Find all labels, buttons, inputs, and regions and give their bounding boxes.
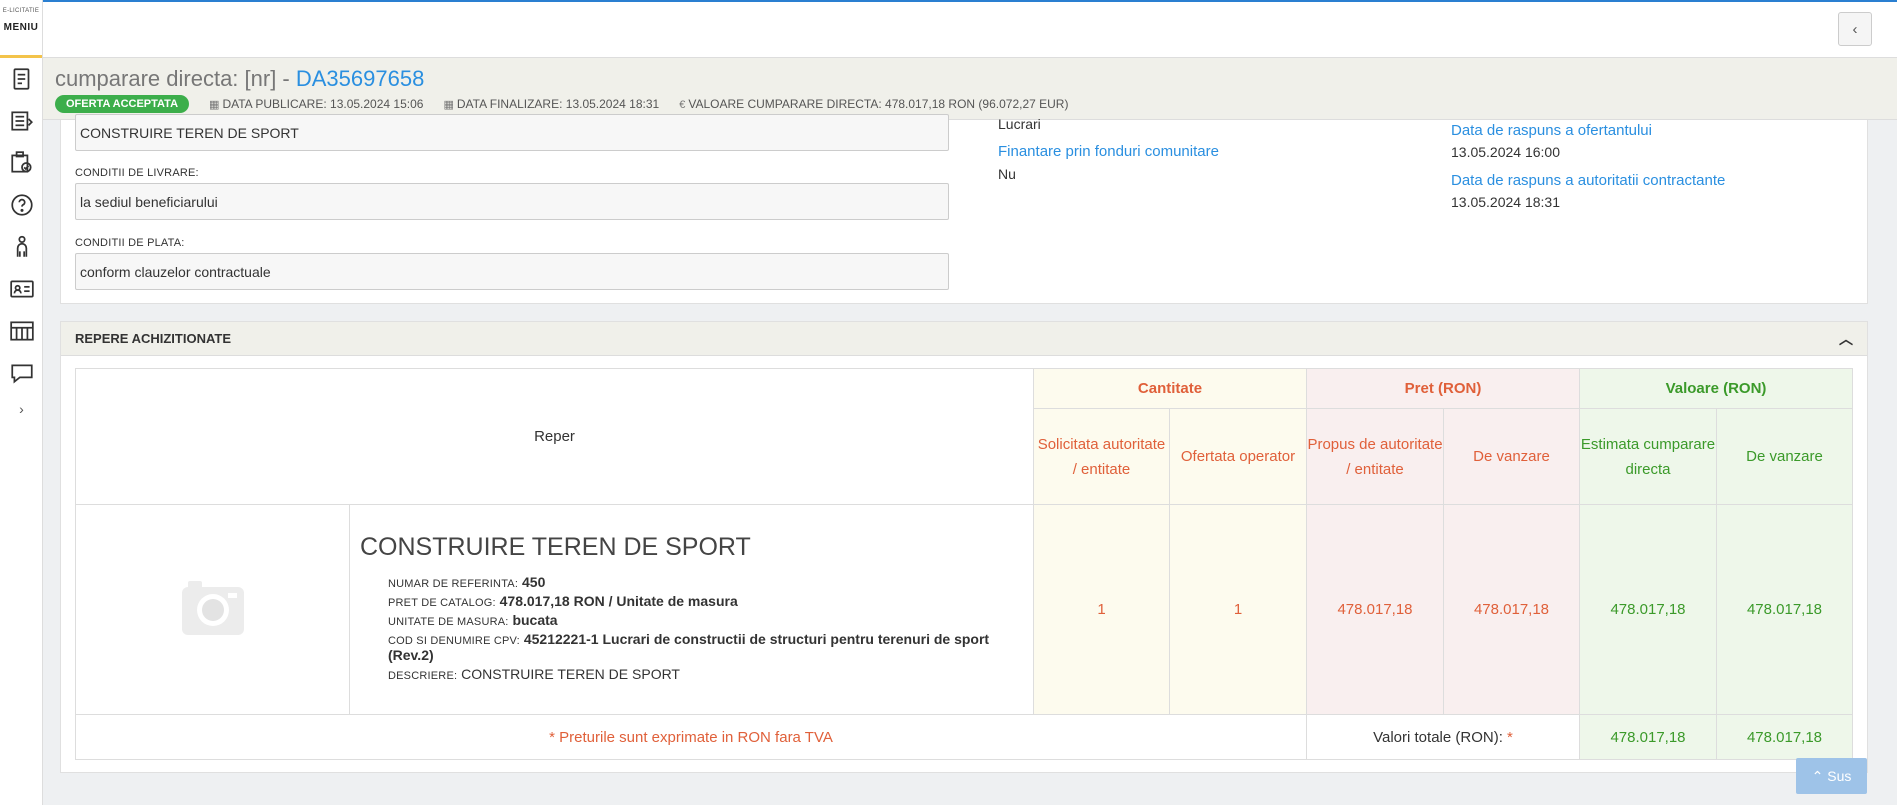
delivery-conditions-field: la sediul beneficiarului	[75, 183, 949, 220]
collapse-panel-button[interactable]: ‹	[1838, 12, 1872, 46]
total-de-vanzare: 478.017,18	[1716, 714, 1853, 760]
calendar-icon: ▦	[443, 99, 454, 111]
description-value: CONSTRUIRE TEREN DE SPORT	[461, 666, 680, 682]
sidebar-logo: E-LICITATIE	[2, 8, 40, 14]
finalize-date: ▦ DATA FINALIZARE: 13.05.2024 18:31	[443, 97, 659, 111]
chat-icon[interactable]	[0, 352, 43, 394]
sidebar-expand-icon[interactable]: ›	[0, 394, 43, 424]
purchased-items-header[interactable]: REPERE ACHIZITIONATE ︿	[61, 322, 1867, 356]
list-icon[interactable]	[0, 100, 43, 142]
calendar-icon: ▦	[209, 99, 220, 111]
vat-note: * Preturile sunt exprimate in RON fara T…	[75, 714, 1307, 760]
page-title-prefix: cumparare directa: [nr] -	[55, 66, 296, 91]
total-estimata: 478.017,18	[1579, 714, 1717, 760]
cell-solicitata: 1	[1033, 504, 1170, 715]
left-sidebar: E-LICITATIE MENIU ›	[0, 0, 43, 805]
col-group-pret: Pret (RON)	[1306, 368, 1580, 409]
status-badge: OFERTA ACCEPTATA	[55, 95, 190, 113]
page-header: cumparare directa: [nr] - DA35697658 OFE…	[43, 58, 1897, 120]
cell-ofertata: 1	[1169, 504, 1307, 715]
authority-response-date-label: Data de raspuns a autoritatii contractan…	[1451, 172, 1726, 189]
col-estimata: Estimata cumparare directa	[1579, 408, 1717, 505]
col-propus: Propus de autoritate / entitate	[1306, 408, 1444, 505]
purchased-items-title: REPERE ACHIZITIONATE	[75, 331, 232, 346]
procurement-type-value: Lucrari	[998, 116, 1041, 132]
chevron-up-icon: ⌃	[1811, 767, 1824, 784]
totals-row: * Preturile sunt exprimate in RON fara T…	[75, 714, 1853, 760]
catalog-price-label: PRET DE CATALOG:	[388, 597, 496, 609]
cpv-label: COD SI DENUMIRE CPV:	[388, 635, 520, 647]
finalize-date-text: DATA FINALIZARE: 13.05.2024 18:31	[456, 97, 660, 111]
col-ofertata: Ofertata operator	[1169, 408, 1307, 505]
item-image-placeholder	[75, 504, 350, 715]
scroll-top-label: Sus	[1827, 768, 1852, 784]
authority-response-date-value: 13.05.2024 18:31	[1451, 194, 1560, 210]
col-group-cantitate: Cantitate	[1033, 368, 1307, 409]
col-reper: Reper	[75, 368, 1034, 505]
direct-purchase-value: € VALOARE CUMPARARE DIRECTA: 478.017,18 R…	[679, 97, 1068, 111]
description-label: DESCRIERE:	[388, 670, 458, 682]
bidder-response-date-label: Data de raspuns a ofertantului	[1451, 122, 1652, 139]
col-de-vanzare-valoare: De vanzare	[1716, 408, 1853, 505]
col-solicitata: Solicitata autoritate / entitate	[1033, 408, 1170, 505]
catalog-price-value: 478.017,18 RON / Unitate de masura	[499, 593, 738, 609]
page-title: cumparare directa: [nr] - DA35697658	[55, 66, 1897, 92]
totals-star: *	[1507, 728, 1513, 746]
eu-funding-value: Nu	[998, 166, 1016, 182]
totals-label: Valori totale (RON):	[1373, 728, 1503, 746]
items-table: Reper Cantitate Pret (RON) Valoare (RON)…	[75, 368, 1853, 760]
direct-purchase-value-text: VALOARE CUMPARARE DIRECTA: 478.017,18 RO…	[688, 97, 1069, 111]
col-group-valoare: Valoare (RON)	[1579, 368, 1853, 409]
procedure-id-link[interactable]: DA35697658	[296, 66, 424, 91]
cell-de-vanzare-valoare: 478.017,18	[1716, 504, 1853, 715]
help-icon[interactable]	[0, 184, 43, 226]
payment-conditions-label: CONDITII DE PLATA:	[75, 237, 185, 249]
header-meta: OFERTA ACCEPTATA ▦ DATA PUBLICARE: 13.05.…	[55, 95, 1897, 113]
ref-number-value: 450	[522, 574, 546, 590]
denumire-field: CONSTRUIRE TEREN DE SPORT	[75, 114, 949, 151]
camera-icon	[181, 580, 244, 635]
totals-label-cell: Valori totale (RON): *	[1306, 714, 1580, 760]
purchased-items-panel: REPERE ACHIZITIONATE ︿ Reper Cantitate P…	[60, 321, 1868, 773]
unit-label: UNITATE DE MASURA:	[388, 616, 509, 628]
top-bar: ‹	[43, 0, 1897, 58]
checklist-icon[interactable]	[0, 142, 43, 184]
catalog-icon[interactable]	[0, 310, 43, 352]
cell-propus: 478.017,18	[1306, 504, 1444, 715]
euro-icon: €	[679, 99, 686, 111]
eu-funding-label: Finantare prin fonduri comunitare	[998, 143, 1219, 160]
table-row: CONSTRUIRE TEREN DE SPORT NUMAR DE REFER…	[75, 504, 1853, 715]
sidebar-menu-label: MENIU	[3, 22, 39, 33]
bidder-response-date-value: 13.05.2024 16:00	[1451, 144, 1560, 160]
sidebar-menu-toggle[interactable]: E-LICITATIE MENIU	[0, 0, 42, 58]
scroll-top-button[interactable]: ⌃ Sus	[1796, 758, 1867, 794]
payment-conditions-field: conform clauzelor contractuale	[75, 253, 949, 290]
contact-card-icon[interactable]	[0, 268, 43, 310]
unit-value: bucata	[512, 612, 558, 628]
document-icon[interactable]	[0, 58, 43, 100]
col-de-vanzare-pret: De vanzare	[1443, 408, 1580, 505]
item-description: CONSTRUIRE TEREN DE SPORT NUMAR DE REFER…	[349, 504, 1034, 715]
publish-date: ▦ DATA PUBLICARE: 13.05.2024 15:06	[209, 97, 423, 111]
cell-de-vanzare-pret: 478.017,18	[1443, 504, 1580, 715]
delivery-conditions-label: CONDITII DE LIVRARE:	[75, 167, 199, 179]
ref-number-label: NUMAR DE REFERINTA:	[388, 578, 519, 590]
cell-estimata: 478.017,18	[1579, 504, 1717, 715]
publish-date-text: DATA PUBLICARE: 13.05.2024 15:06	[222, 97, 424, 111]
procedure-info-panel: CONSTRUIRE TEREN DE SPORT CONDITII DE LI…	[60, 114, 1868, 304]
item-title: CONSTRUIRE TEREN DE SPORT	[360, 533, 751, 561]
user-chart-icon[interactable]	[0, 226, 43, 268]
chevron-up-icon[interactable]: ︿	[1839, 329, 1853, 349]
